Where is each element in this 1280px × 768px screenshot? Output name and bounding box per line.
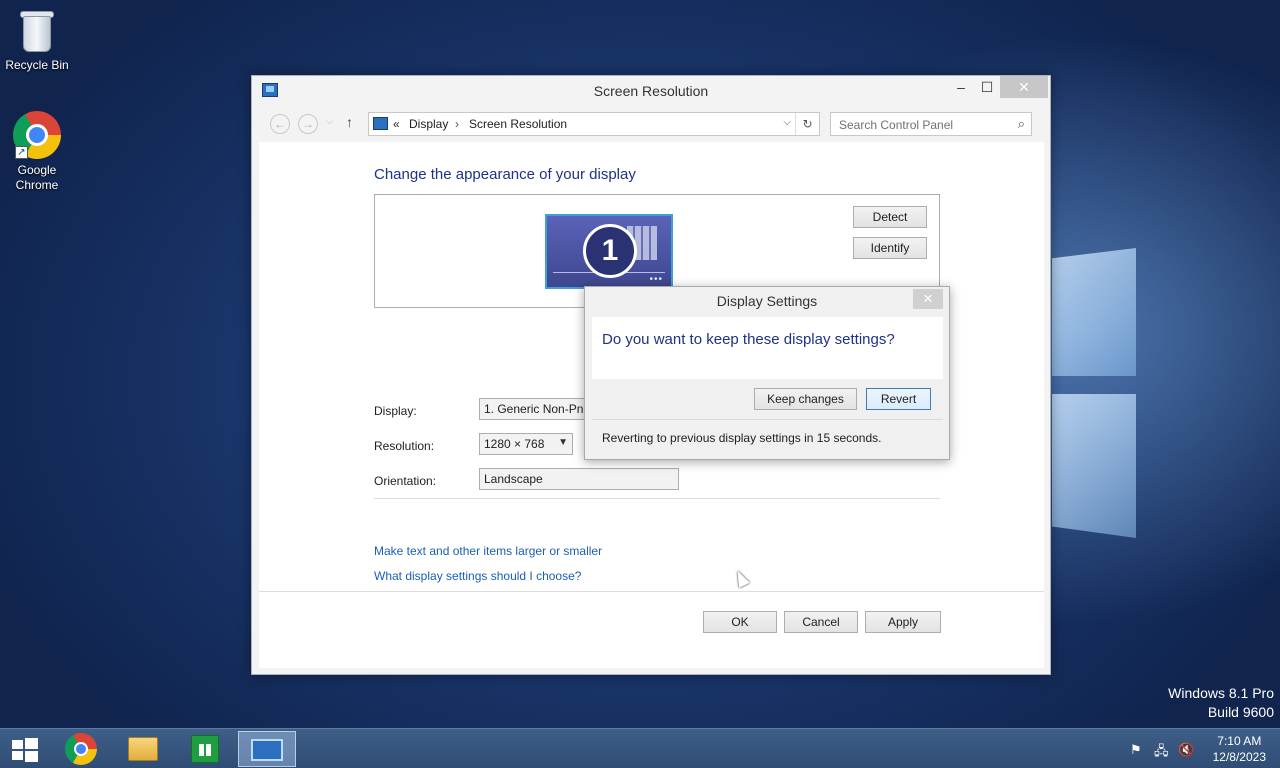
- desktop-icon-google-chrome[interactable]: ↗ Google Chrome: [0, 111, 74, 193]
- page-title: Change the appearance of your display: [374, 166, 636, 183]
- network-icon[interactable]: 🖧: [1154, 742, 1169, 764]
- back-arrow-icon[interactable]: ←: [270, 114, 290, 134]
- taskbar-chrome-icon[interactable]: [65, 733, 97, 765]
- dialog-title: Display Settings: [716, 293, 818, 309]
- taskbar-store-icon[interactable]: [191, 735, 219, 763]
- recent-locations-chevron-icon[interactable]: ⌵: [326, 116, 333, 127]
- window-titlebar[interactable]: Screen Resolution – ☐ ✕: [252, 76, 1050, 106]
- taskbar: ⚑ 🖧 🔇 7:10 AM 12/8/2023: [0, 728, 1280, 768]
- revert-button[interactable]: Revert: [866, 388, 931, 410]
- chrome-icon: ↗: [13, 111, 61, 159]
- navigation-bar: ← → ⌵ ↑ « Display › Screen Resolution ⌵ …: [260, 112, 1042, 136]
- dialog-footer: Reverting to previous display settings i…: [592, 419, 943, 453]
- search-icon[interactable]: ⌕: [1018, 116, 1025, 132]
- start-button[interactable]: [12, 738, 38, 762]
- resolution-select[interactable]: 1280 × 768 ▼: [479, 433, 573, 455]
- keep-changes-button[interactable]: Keep changes: [754, 388, 857, 410]
- control-panel-icon: [373, 117, 388, 130]
- revert-countdown: Reverting to previous display settings i…: [602, 431, 882, 445]
- taskbar-clock[interactable]: 7:10 AM 12/8/2023: [1213, 733, 1266, 765]
- resolution-label: Resolution:: [374, 439, 435, 453]
- chevron-down-icon: ▼: [558, 437, 568, 448]
- orientation-select[interactable]: Landscape: [479, 468, 679, 490]
- address-dropdown-icon[interactable]: ⌵: [783, 117, 791, 128]
- forward-arrow-icon[interactable]: →: [298, 114, 318, 134]
- dialog-close-button[interactable]: ✕: [913, 289, 943, 309]
- taskbar-file-explorer-icon[interactable]: [128, 737, 158, 761]
- apply-button[interactable]: Apply: [865, 611, 941, 633]
- text-size-link[interactable]: Make text and other items larger or smal…: [374, 544, 602, 558]
- dialog-question: Do you want to keep these display settin…: [602, 331, 895, 348]
- watermark-edition: Windows 8.1 Pro: [1168, 685, 1274, 701]
- up-arrow-icon[interactable]: ↑: [346, 114, 353, 130]
- close-button[interactable]: ✕: [1000, 76, 1048, 98]
- orientation-label: Orientation:: [374, 474, 437, 488]
- action-center-flag-icon[interactable]: ⚑: [1130, 742, 1142, 758]
- search-placeholder: Search Control Panel: [839, 118, 954, 132]
- volume-muted-icon[interactable]: 🔇: [1178, 742, 1194, 758]
- cancel-button[interactable]: Cancel: [784, 611, 858, 633]
- windows-watermark: Windows 8.1 Pro Build 9600: [1168, 684, 1274, 722]
- monitor-1-tile[interactable]: 1 •••: [545, 214, 673, 289]
- display-settings-icon: [251, 739, 283, 761]
- wallpaper-windows-logo: [1052, 248, 1136, 538]
- display-help-link[interactable]: What display settings should I choose?: [374, 569, 581, 583]
- minimize-button[interactable]: –: [948, 76, 974, 98]
- dialog-body: Do you want to keep these display settin…: [592, 317, 943, 379]
- ok-button[interactable]: OK: [703, 611, 777, 633]
- breadcrumb-chevron-icon: ›: [455, 117, 459, 131]
- refresh-icon[interactable]: ↻: [795, 113, 819, 135]
- desktop-icon-label: Recycle Bin: [5, 58, 69, 72]
- display-label: Display:: [374, 404, 417, 418]
- maximize-button[interactable]: ☐: [974, 76, 1000, 98]
- desktop-icon-recycle-bin[interactable]: Recycle Bin: [0, 6, 74, 73]
- identify-button[interactable]: Identify: [853, 237, 927, 259]
- divider: [374, 498, 940, 499]
- breadcrumb-screen-resolution[interactable]: Screen Resolution: [469, 117, 567, 131]
- search-input[interactable]: Search Control Panel ⌕: [830, 112, 1032, 136]
- shortcut-arrow-icon: ↗: [15, 146, 28, 159]
- breadcrumb-overflow[interactable]: «: [393, 117, 400, 131]
- monitor-number: 1: [583, 224, 637, 278]
- recycle-bin-icon: [13, 6, 61, 54]
- desktop-icon-label: Google Chrome: [15, 163, 59, 192]
- breadcrumb-display[interactable]: Display: [409, 117, 448, 131]
- address-bar[interactable]: « Display › Screen Resolution ⌵ ↻: [368, 112, 820, 136]
- window-title: Screen Resolution: [593, 83, 709, 99]
- clock-date: 12/8/2023: [1212, 750, 1266, 764]
- display-settings-dialog: Display Settings ✕ Do you want to keep t…: [584, 286, 950, 460]
- monitor-dots: •••: [649, 274, 663, 285]
- footer-divider: [259, 591, 1044, 592]
- watermark-build: Build 9600: [1207, 704, 1274, 720]
- taskbar-screen-resolution[interactable]: [238, 731, 296, 767]
- clock-time: 7:10 AM: [1217, 734, 1262, 748]
- detect-button[interactable]: Detect: [853, 206, 927, 228]
